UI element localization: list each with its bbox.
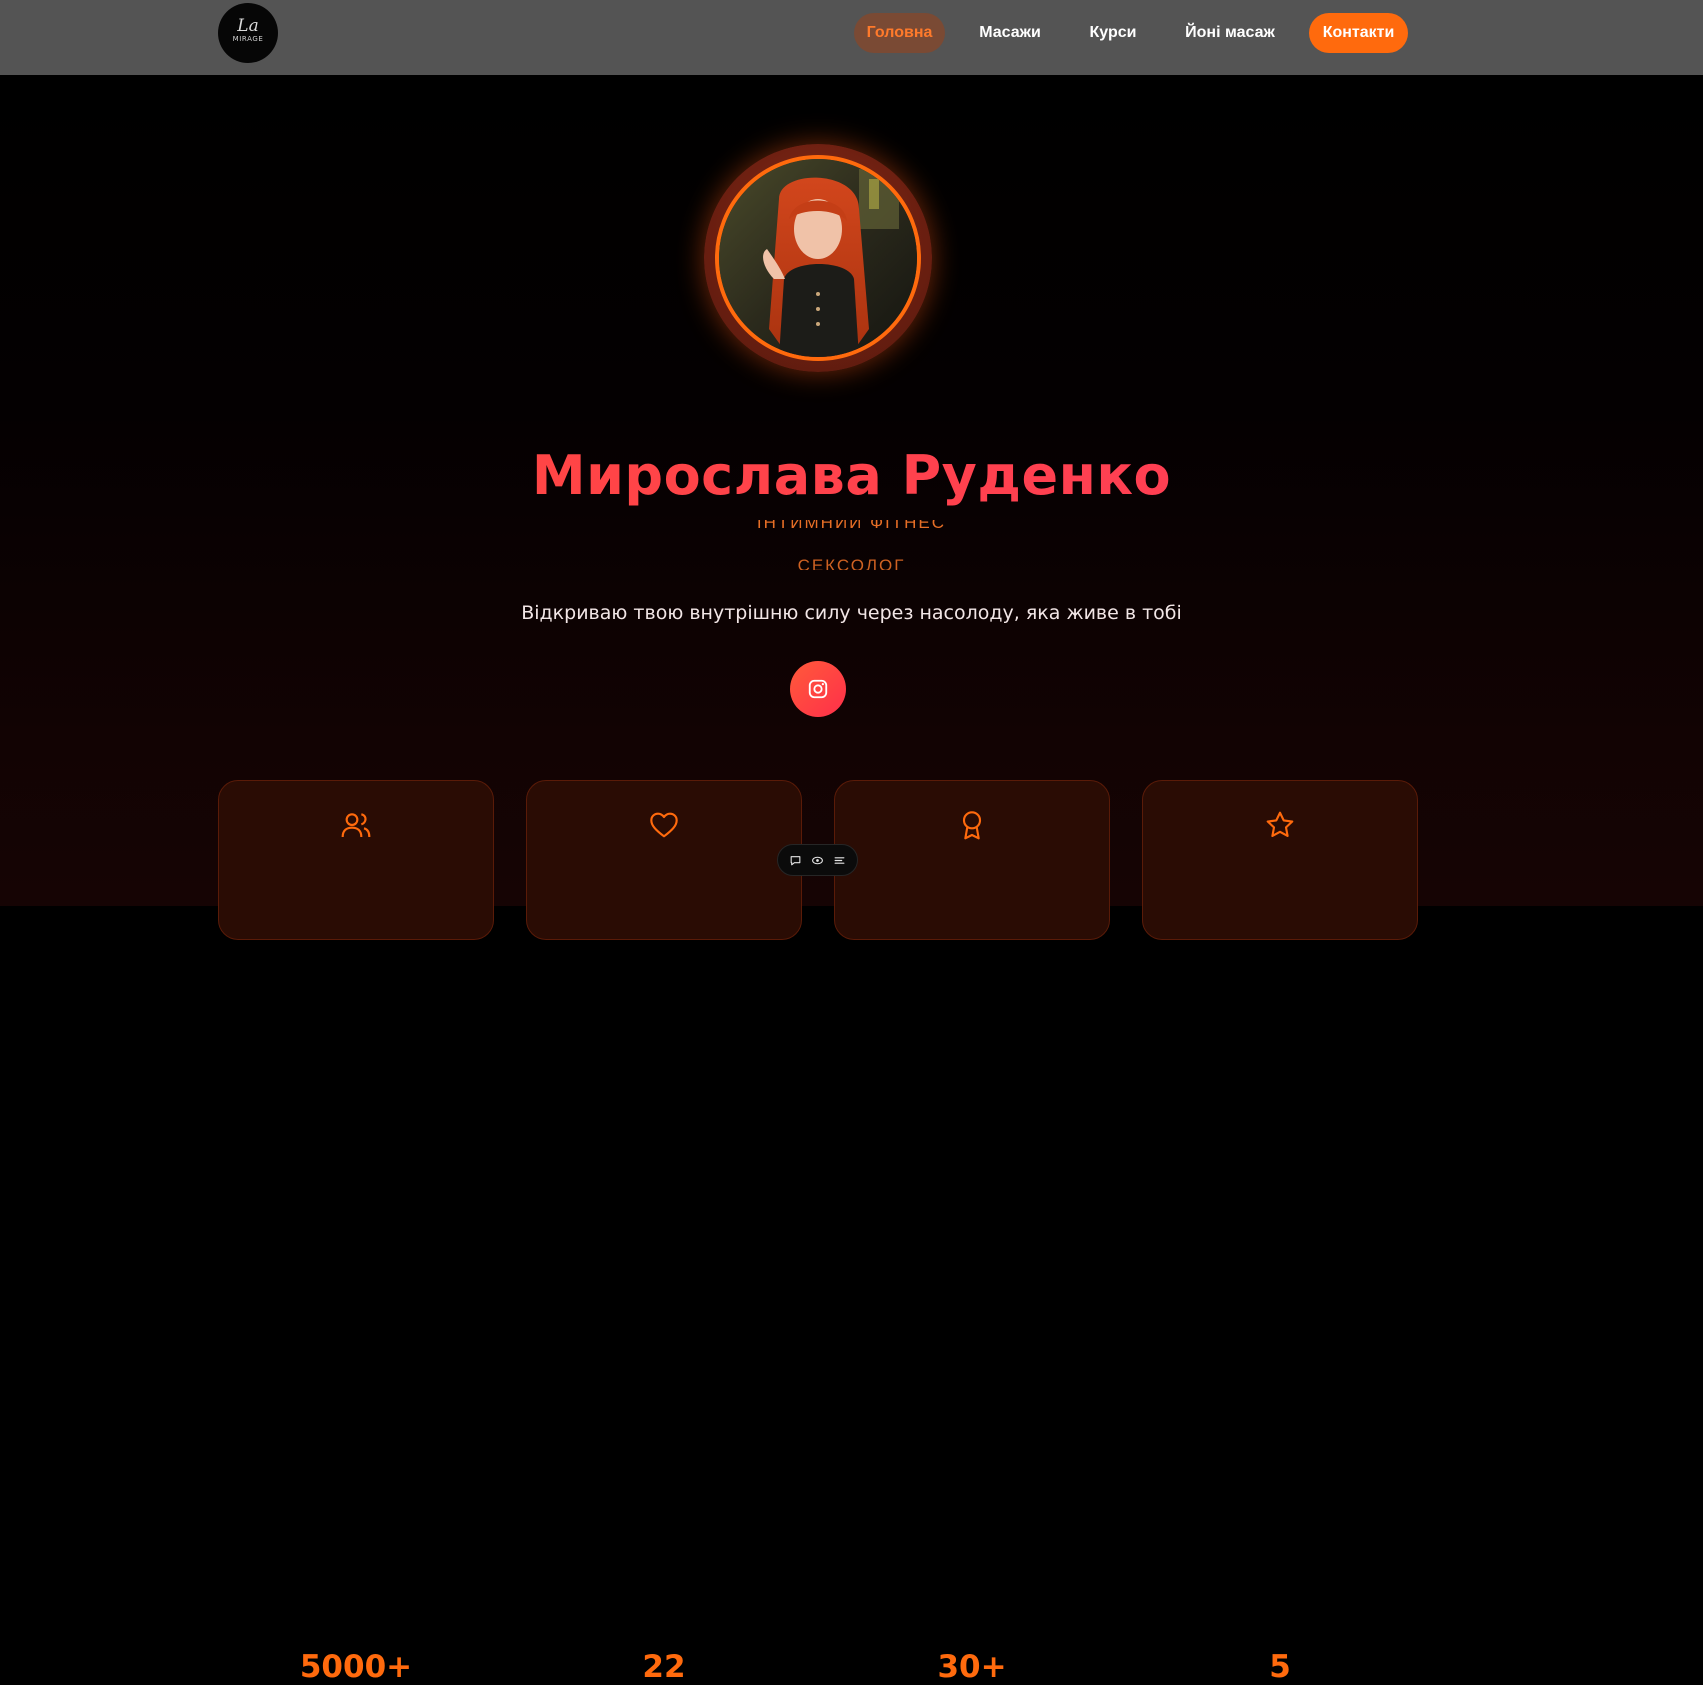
profile-photo-illustration: [719, 159, 917, 357]
stat-card-heart: 22: [526, 780, 802, 1685]
stat-value: 5000+: [299, 1649, 413, 1685]
role-text-intimate-fitness: ІНТИМНИЙ ФІТНЕС: [756, 520, 947, 532]
floating-toolbar: [777, 844, 858, 876]
eye-icon: [812, 856, 823, 864]
nav-contacts-button[interactable]: Контакти: [1309, 13, 1408, 53]
site-header: La MIRAGE Головна Масажи Курси Йоні маса…: [0, 0, 1703, 75]
star-icon: [1266, 811, 1294, 837]
nav-courses-link[interactable]: Курси: [1082, 13, 1144, 53]
heart-icon: [650, 812, 678, 838]
hero-tagline: Відкриваю твою внутрішню силу через насо…: [521, 602, 1182, 624]
logo-script: La: [237, 16, 259, 36]
menu-icon: [834, 856, 845, 864]
logo-wordmark: MIRAGE: [232, 35, 264, 43]
nav-massages-link[interactable]: Масажи: [968, 13, 1052, 53]
role-ticker-bottom: СЕКСОЛОГ: [0, 556, 1703, 570]
users-icon: [341, 813, 371, 838]
stat-value: 22: [642, 1649, 686, 1685]
hero-name: Мирослава Руденко: [0, 444, 1703, 507]
profile-photo: [715, 155, 921, 361]
stat-card-award: 30+: [834, 780, 1110, 1685]
brand-logo[interactable]: La MIRAGE: [218, 3, 278, 63]
role-text-sexologist: СЕКСОЛОГ: [797, 556, 906, 570]
comment-button[interactable]: [786, 851, 804, 869]
stat-value: 30+: [937, 1649, 1007, 1685]
view-button[interactable]: [808, 851, 826, 869]
nav-home-link[interactable]: Головна: [854, 13, 945, 53]
stat-card-clients: 5000+: [218, 780, 494, 1685]
instagram-button[interactable]: [790, 661, 846, 717]
menu-button[interactable]: [831, 851, 849, 869]
role-ticker-top: ІНТИМНИЙ ФІТНЕС: [0, 520, 1703, 533]
nav-yoni-link[interactable]: Йоні масаж: [1175, 13, 1285, 53]
stat-value: 5: [1269, 1649, 1291, 1685]
stat-card-star: 5: [1142, 780, 1418, 1685]
instagram-icon: [808, 679, 828, 699]
comment-icon: [790, 855, 801, 865]
award-icon: [962, 811, 982, 840]
avatar-glow-ring: [704, 144, 932, 372]
